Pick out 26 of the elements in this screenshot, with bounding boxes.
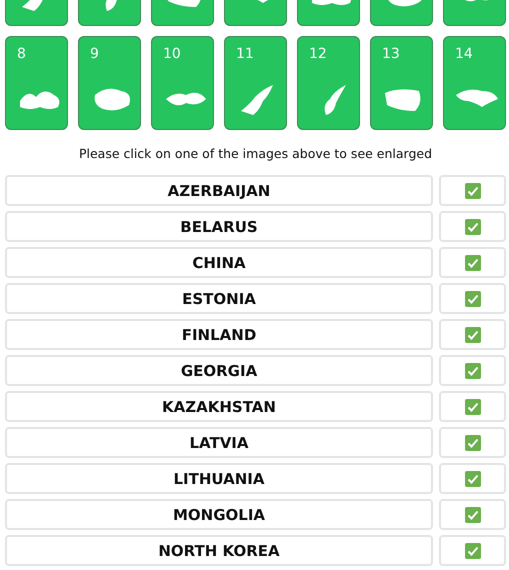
country-name: KAZAKHSTAN bbox=[5, 391, 433, 422]
tile-number: 10 bbox=[163, 46, 181, 62]
instruction-text: Please click on one of the images above to see enlarged bbox=[78, 146, 434, 161]
map-tile[interactable]: 10 bbox=[151, 36, 214, 130]
country-name: LITHUANIA bbox=[5, 463, 433, 494]
map-tile[interactable]: 11 bbox=[224, 36, 287, 130]
tile-number: 11 bbox=[236, 46, 254, 62]
map-tile[interactable]: 8 bbox=[5, 36, 68, 130]
tile-number: 8 bbox=[17, 46, 26, 62]
map-tile[interactable]: 13 bbox=[370, 36, 433, 130]
tile-number: 14 bbox=[455, 46, 473, 62]
country-name: ESTONIA bbox=[5, 283, 433, 314]
country-name: NORTH KOREA bbox=[5, 535, 433, 566]
map-tile[interactable]: 12 bbox=[297, 36, 360, 130]
tile-number: 12 bbox=[309, 46, 327, 62]
map-tile[interactable]: 9 bbox=[78, 36, 141, 130]
tile-number: 13 bbox=[382, 46, 400, 62]
country-name: MONGOLIA bbox=[5, 499, 433, 530]
country-name: GEORGIA bbox=[5, 355, 433, 386]
country-name: LATVIA bbox=[5, 427, 433, 458]
country-name: BELARUS bbox=[5, 211, 433, 242]
country-name: FINLAND bbox=[5, 319, 433, 350]
country-name: AZERBAIJAN bbox=[5, 175, 433, 206]
country-name: CHINA bbox=[5, 247, 433, 278]
map-tile[interactable]: 14 bbox=[443, 36, 506, 130]
tile-number: 9 bbox=[90, 46, 99, 62]
